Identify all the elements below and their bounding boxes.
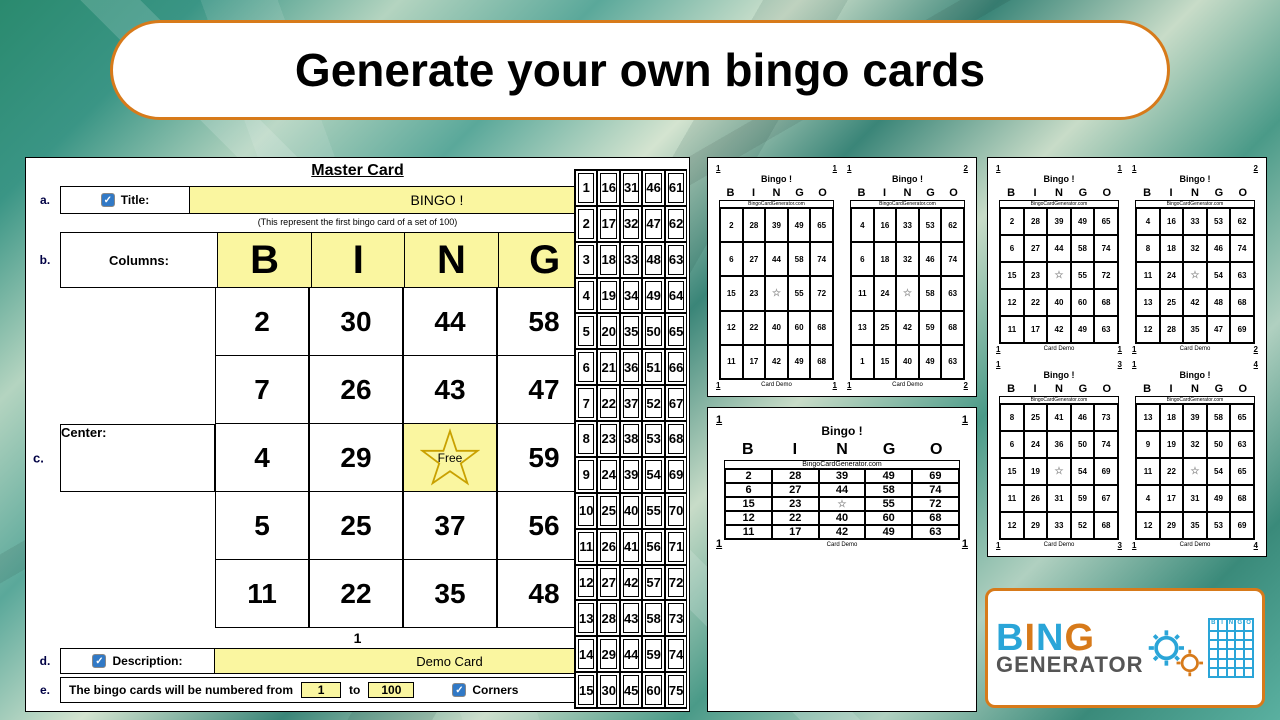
preview-two-up: 1111Bingo !BINGOBingoCardGenerator.com22… (707, 157, 977, 397)
to-label: to (349, 683, 360, 697)
desc-checkbox[interactable]: ✓ (92, 654, 106, 668)
num-from-input[interactable]: 1 (301, 682, 341, 698)
desc-label-box: ✓ Description: (60, 648, 215, 674)
corners-checkbox[interactable]: ✓ (452, 683, 466, 697)
label-a: a. (30, 186, 60, 214)
logo: BING GENERATOR BINGO (985, 588, 1265, 708)
label-b: b. (30, 232, 60, 288)
col-N[interactable]: N (404, 233, 497, 287)
label-c: c. (33, 451, 44, 466)
logo-line1: BING (996, 621, 1144, 655)
title-label-box: ✓ Title: (60, 186, 190, 214)
title-label: Title: (121, 193, 149, 207)
columns-label: Columns: (60, 232, 218, 288)
cell: 2 (215, 288, 309, 356)
title-checkbox[interactable]: ✓ (101, 193, 115, 207)
num-prefix: The bingo cards will be numbered from (69, 683, 293, 697)
logo-minicard-icon: BINGO (1208, 618, 1254, 678)
col-I[interactable]: I (311, 233, 404, 287)
reference-card: 1163146612173247623183348634193449645203… (574, 169, 687, 709)
free-cell[interactable]: Free (403, 424, 497, 492)
label-d: d. (30, 648, 60, 674)
logo-line2: GENERATOR (996, 655, 1144, 675)
banner-title: Generate your own bingo cards (295, 43, 985, 97)
desc-label: Description: (112, 654, 182, 668)
center-label: Center: (61, 425, 107, 440)
corners-label: Corners (472, 683, 518, 697)
preview-single: 1111Bingo !BINGOBingoCardGenerator.com22… (707, 407, 977, 712)
gear-icon-small (1176, 648, 1204, 678)
banner: Generate your own bingo cards (110, 20, 1170, 120)
col-B[interactable]: B (218, 233, 311, 287)
num-to-input[interactable]: 100 (368, 682, 414, 698)
label-e: e. (30, 677, 60, 703)
preview-four-up: 1111Bingo !BINGOBingoCardGenerator.com22… (987, 157, 1267, 557)
